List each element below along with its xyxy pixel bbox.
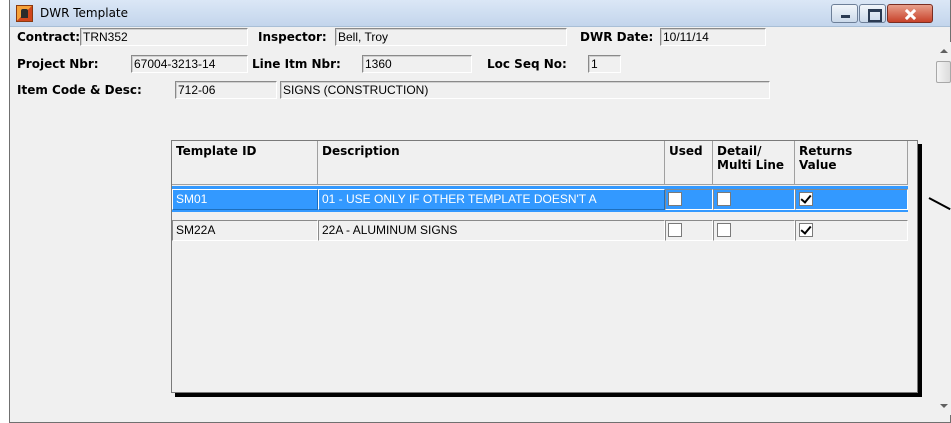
contract-field[interactable]: TRN352 [80, 28, 248, 46]
used-checkbox[interactable] [668, 223, 682, 237]
header-used-label: Used [669, 144, 703, 158]
used-cell [665, 189, 713, 210]
loc-seq-no-label: Loc Seq No: [487, 57, 567, 71]
header-description-label: Description [322, 144, 400, 158]
header-template-id-label: Template ID [176, 144, 257, 158]
template-grid: Template ID Description Used Detail/ Mul… [171, 140, 918, 393]
header-detail-multi-line[interactable]: Detail/ Multi Line [713, 141, 795, 185]
scroll-thumb[interactable] [936, 61, 951, 83]
minimize-button[interactable] [831, 4, 858, 23]
close-button[interactable] [887, 4, 933, 23]
returns-value-cell [795, 189, 908, 210]
header-value-label: Value [799, 158, 837, 172]
dwr-date-label: DWR Date: [580, 30, 654, 44]
header-description[interactable]: Description [318, 141, 665, 185]
detail-multi-line-checkbox[interactable] [717, 223, 731, 237]
description-cell[interactable]: 01 - USE ONLY IF OTHER TEMPLATE DOESN'T … [318, 189, 665, 210]
used-cell [665, 220, 713, 241]
line-itm-nbr-field[interactable]: 1360 [362, 55, 472, 73]
used-checkbox[interactable] [668, 192, 682, 206]
project-nbr-label: Project Nbr: [17, 57, 99, 71]
header-multi-line-label: Multi Line [717, 158, 785, 172]
dwr-date-field[interactable]: 10/11/14 [660, 28, 766, 46]
item-code-field[interactable]: 712-06 [175, 81, 277, 99]
template-id-cell[interactable]: SM22A [172, 220, 318, 241]
header-returns-label: Returns [799, 144, 853, 158]
detail-multi-line-cell [713, 189, 795, 210]
window-title: DWR Template [40, 6, 129, 20]
returns-value-checkbox[interactable] [799, 192, 813, 206]
header-used[interactable]: Used [665, 141, 713, 185]
scroll-up-arrow-icon[interactable] [935, 42, 951, 59]
table-row[interactable]: SM01 01 - USE ONLY IF OTHER TEMPLATE DOE… [172, 186, 908, 212]
title-bar[interactable]: DWR Template [10, 0, 950, 27]
contract-label: Contract: [17, 30, 80, 44]
app-icon [16, 5, 33, 22]
header-returns-value[interactable]: Returns Value [795, 141, 908, 185]
loc-seq-no-field[interactable]: 1 [588, 55, 621, 73]
returns-value-checkbox[interactable] [799, 223, 813, 237]
inspector-field[interactable]: Bell, Troy [335, 28, 567, 46]
header-template-id[interactable]: Template ID [172, 141, 318, 185]
vertical-scrollbar[interactable] [935, 42, 951, 415]
description-cell[interactable]: 22A - ALUMINUM SIGNS [318, 220, 665, 241]
dwr-template-window: DWR Template Contract: TRN352 Inspector:… [9, 0, 951, 423]
project-nbr-field[interactable]: 67004-3213-14 [131, 55, 248, 73]
returns-value-cell [795, 220, 908, 241]
template-id-cell[interactable]: SM01 [172, 189, 318, 210]
detail-multi-line-cell [713, 220, 795, 241]
table-row[interactable]: SM22A 22A - ALUMINUM SIGNS [172, 217, 908, 243]
scroll-down-arrow-icon[interactable] [935, 398, 951, 415]
detail-multi-line-checkbox[interactable] [717, 192, 731, 206]
header-detail-label: Detail/ [717, 144, 762, 158]
inspector-label: Inspector: [258, 30, 327, 44]
item-code-desc-label: Item Code & Desc: [17, 83, 142, 97]
maximize-button[interactable] [859, 4, 886, 23]
item-desc-field[interactable]: SIGNS (CONSTRUCTION) [280, 81, 770, 99]
line-itm-nbr-label: Line Itm Nbr: [252, 57, 341, 71]
